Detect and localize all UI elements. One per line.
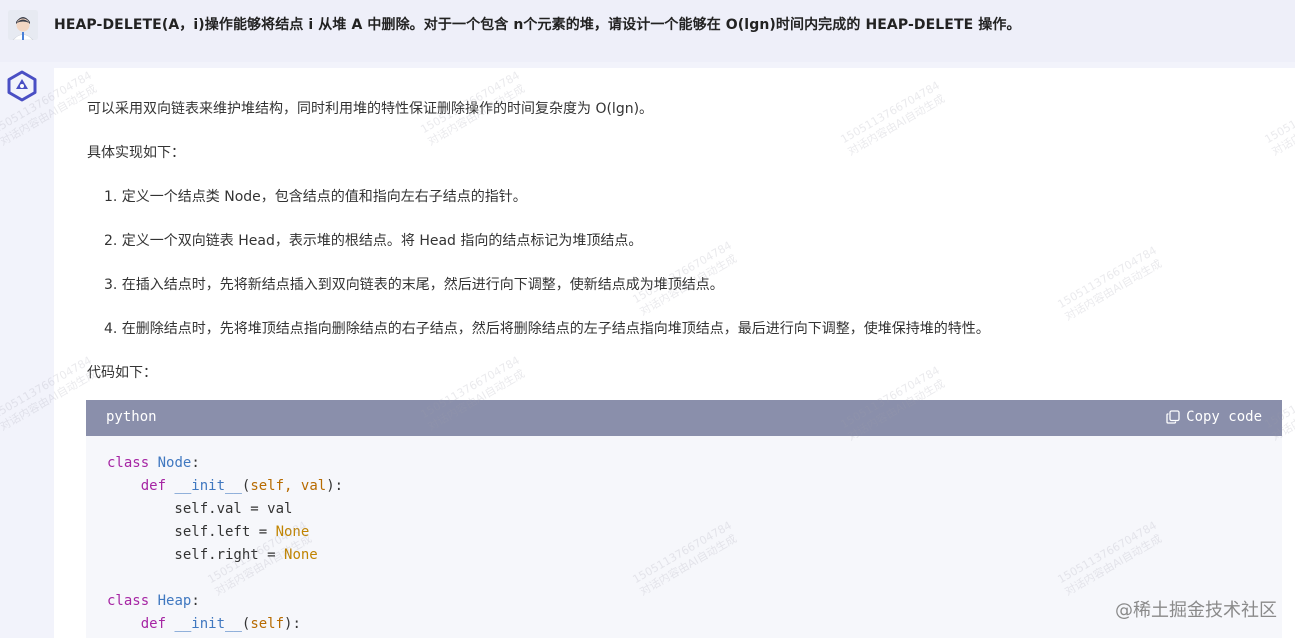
question-row: HEAP-DELETE(A，i)操作能够将结点 i 从堆 A 中删除。对于一个包…	[0, 0, 1295, 62]
code-line: class Node:	[107, 455, 200, 471]
code-line: def __init__(self):	[140, 616, 301, 632]
code-lines: class Node: def __init__(self, val): sel…	[107, 452, 343, 636]
list-item: 1. 定义一个结点类 Node，包含结点的值和指向左右子结点的指针。	[104, 189, 527, 205]
code-line: class Heap:	[107, 593, 200, 609]
list-item: 2. 定义一个双向链表 Head，表示堆的根结点。将 Head 指向的结点标记为…	[104, 233, 643, 249]
ai-logo-icon	[6, 70, 38, 102]
list-item: 3. 在插入结点时，先将新结点插入到双向链表的末尾，然后进行向下调整，使新结点成…	[104, 277, 724, 293]
user-avatar-icon	[8, 10, 38, 40]
code-block-body[interactable]: class Node: def __init__(self, val): sel…	[86, 436, 1282, 638]
steps-heading: 具体实现如下：	[87, 145, 185, 161]
code-language-label: python	[106, 409, 157, 425]
site-watermark: @稀土掘金技术社区	[1115, 600, 1277, 621]
code-line: self.left = None	[107, 524, 310, 540]
question-text: HEAP-DELETE(A，i)操作能够将结点 i 从堆 A 中删除。对于一个包…	[54, 17, 1021, 33]
copy-code-button[interactable]: Copy code	[1166, 409, 1262, 425]
copy-code-label: Copy code	[1186, 409, 1262, 425]
code-block-header: python Copy code	[86, 400, 1282, 436]
list-item: 4. 在删除结点时，先将堆顶结点指向删除结点的右子结点，然后将删除结点的左子结点…	[104, 321, 990, 337]
code-heading: 代码如下：	[87, 365, 157, 381]
copy-icon	[1166, 410, 1180, 424]
code-line: self.right = None	[107, 547, 318, 563]
answer-intro: 可以采用双向链表来维护堆结构，同时利用堆的特性保证删除操作的时间复杂度为 O(l…	[87, 101, 654, 117]
code-line: self.val = val	[107, 501, 293, 517]
code-line: def __init__(self, val):	[140, 478, 344, 494]
